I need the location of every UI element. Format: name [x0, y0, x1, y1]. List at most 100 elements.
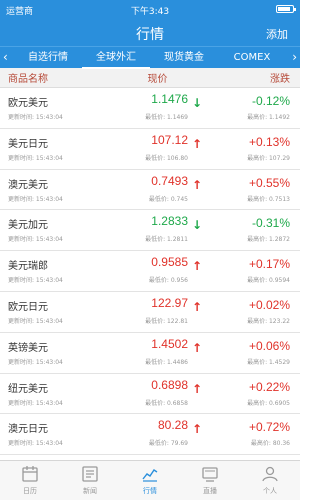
column-header-name: 商品名称 [8, 74, 48, 85]
nav-bar: 行情 添加 [0, 20, 300, 46]
quote-row[interactable]: 美元日元更新时间: 15:43:04 107.12 最低价: 106.80 ↑ +0.1… [0, 128, 300, 170]
tabbar-label: 行情 [143, 487, 157, 495]
low-price: 最低价: 1.4486 [145, 358, 188, 366]
high-price: 最高价: 0.6905 [247, 399, 290, 407]
low-price: 最低价: 1.2811 [145, 236, 188, 244]
tab-comex[interactable]: COMEX [218, 47, 286, 69]
instrument-name: 美元日元 [8, 138, 48, 150]
quote-row[interactable]: 英镑美元 更新时间: 15:43:04 1.4502 最低价: 1.4486 ↑ +0.0… [0, 332, 300, 374]
update-time: 更新时间: 15:43:04 [8, 195, 63, 203]
status-time: 下午3:43 [130, 7, 170, 17]
tabbar-label: 日历 [23, 487, 37, 495]
current-price: 1.4502 [151, 336, 188, 351]
tab-watchlist[interactable]: 自选行情 [14, 47, 82, 69]
high-price: 最高价: 107.29 [247, 154, 290, 162]
arrow-up-icon: ↑ [192, 340, 203, 355]
quote-row[interactable]: 美元加元 更新时间: 15:43:04 1.2833 最低价: 1.2811 ↓ -0.3… [0, 210, 300, 252]
tab-global-forex[interactable]: 全球外汇 [82, 47, 150, 69]
update-time: 更新时间: 15:43:04 [8, 440, 63, 448]
news-icon [82, 466, 98, 482]
arrow-up-icon: ↑ [192, 177, 203, 192]
instrument-name: 美元瑞郎 [8, 261, 48, 273]
current-price: 1.1476 [151, 92, 188, 106]
tab-spot-gold[interactable]: 现货黄金 [150, 47, 218, 69]
quote-row[interactable]: 澳元美元 更新时间: 15:43:04 0.7493 最低价: 0.745 ↑ +0.55… [0, 169, 300, 211]
quote-row[interactable]: 纽元美元更新时间: 15:43:04 0.6898 最低价: 0.6858 ↑ +0.2… [0, 373, 300, 415]
low-price: 最低价: 0.745 [148, 195, 188, 203]
instrument-name: 英镑美元 [8, 342, 48, 354]
current-price: 1.2833 [151, 214, 188, 229]
quote-row[interactable]: 欧元日元更新时间: 15:43:04 122.97 最低价: 122.81 ↑ +0.0… [0, 291, 300, 333]
tabbar-label: 直播 [203, 487, 217, 495]
low-price: 最低价: 79.69 [148, 440, 188, 448]
low-price: 最低价: 106.80 [145, 154, 188, 162]
battery-icon [276, 5, 296, 13]
bottom-tab-bar: 日历 新闻 行情 直播 个人 [0, 460, 300, 500]
update-time: 更新时间: 15:43:04 [8, 114, 63, 121]
low-price: 最低价: 122.81 [145, 317, 188, 325]
current-price: 122.97 [151, 295, 188, 310]
change-percent: +0.22% [248, 379, 290, 394]
change-percent: +0.02% [248, 297, 290, 312]
instrument-name: 美元加元 [8, 220, 48, 232]
page-title: 行情 [136, 27, 164, 43]
arrow-up-icon: ↑ [192, 381, 203, 396]
arrow-up-icon: ↑ [192, 422, 203, 437]
change-percent: +0.06% [248, 338, 290, 353]
add-button[interactable]: 添加 [266, 26, 288, 42]
instrument-name: 欧元美元 [8, 98, 48, 109]
arrow-up-icon: ↑ [192, 136, 203, 151]
person-icon [262, 466, 278, 482]
high-price: 最高价: 0.7513 [247, 195, 290, 203]
high-price: 最高价: 0.9594 [247, 277, 290, 285]
arrow-up-icon: ↑ [192, 259, 203, 274]
high-price: 最高价: 80.36 [250, 440, 290, 448]
low-price: 最低价: 0.956 [148, 277, 188, 285]
instrument-name: 欧元日元 [8, 301, 48, 313]
tabbar-item-news[interactable]: 新闻 [60, 461, 120, 500]
change-percent: +0.17% [248, 257, 290, 272]
tabbar-item-live[interactable]: 直播 [180, 461, 240, 500]
low-price: 最低价: 1.1469 [145, 114, 188, 121]
tabs-scroll-right-icon[interactable]: › [292, 50, 297, 64]
tabbar-item-person[interactable]: 个人 [240, 461, 300, 500]
change-percent: +0.72% [248, 420, 290, 435]
arrow-up-icon: ↑ [192, 299, 203, 314]
quote-row[interactable]: 美元瑞郎 更新时间: 15:43:04 0.9585 最低价: 0.956 ↑ +0.17… [0, 251, 300, 292]
current-price: 80.28 [157, 418, 188, 433]
tabbar-label: 新闻 [83, 487, 97, 495]
instrument-name: 澳元日元 [8, 424, 48, 436]
live-icon [202, 467, 218, 482]
high-price: 最高价: 1.1492 [247, 114, 290, 121]
column-header-price: 现价 [147, 74, 168, 85]
current-price: 0.7493 [151, 173, 188, 188]
calendar-icon [22, 466, 38, 482]
status-bar: 运营商 下午3:43 [0, 0, 300, 20]
current-price: 0.6898 [151, 377, 188, 392]
chart-icon [142, 469, 158, 482]
tabbar-item-chart[interactable]: 行情 [120, 461, 180, 500]
low-price: 最低价: 0.6858 [145, 399, 188, 407]
quote-row[interactable]: 澳元日元更新时间: 15:43:04 80.28 最低价: 79.69 ↑ +0.72%… [0, 414, 300, 456]
update-time: 更新时间: 15:43:04 [8, 399, 63, 407]
high-price: 最高价: 123.22 [247, 317, 290, 325]
arrow-down-icon: ↓ [192, 218, 203, 233]
tabbar-item-calendar[interactable]: 日历 [0, 461, 60, 500]
current-price: 107.12 [151, 132, 188, 147]
quote-list: 欧元美元 更新时间: 15:43:04 1.1476 最低价: 1.1469 ↓ -0.1… [0, 88, 300, 480]
category-tabs: ‹ 自选行情 全球外汇 现货黄金 COMEX › [0, 46, 300, 69]
column-header-change[interactable]: 涨跌 [205, 70, 300, 85]
change-percent: +0.13% [248, 134, 290, 149]
high-price: 最高价: 1.2872 [247, 236, 290, 244]
instrument-name: 纽元美元 [8, 383, 48, 395]
tabbar-label: 个人 [263, 487, 277, 495]
tabs-scroll-left-icon[interactable]: ‹ [3, 50, 8, 64]
change-percent: -0.31% [251, 216, 290, 231]
quote-row[interactable]: 欧元美元 更新时间: 15:43:04 1.1476 最低价: 1.1469 ↓ -0.1… [0, 88, 300, 129]
current-price: 0.9585 [151, 255, 188, 270]
update-time: 更新时间: 15:43:04 [8, 154, 63, 162]
instrument-name: 澳元美元 [8, 179, 48, 191]
arrow-down-icon: ↓ [192, 96, 203, 110]
update-time: 更新时间: 15:43:04 [8, 317, 63, 325]
table-header: 商品名称 现价 涨跌 [0, 68, 300, 88]
